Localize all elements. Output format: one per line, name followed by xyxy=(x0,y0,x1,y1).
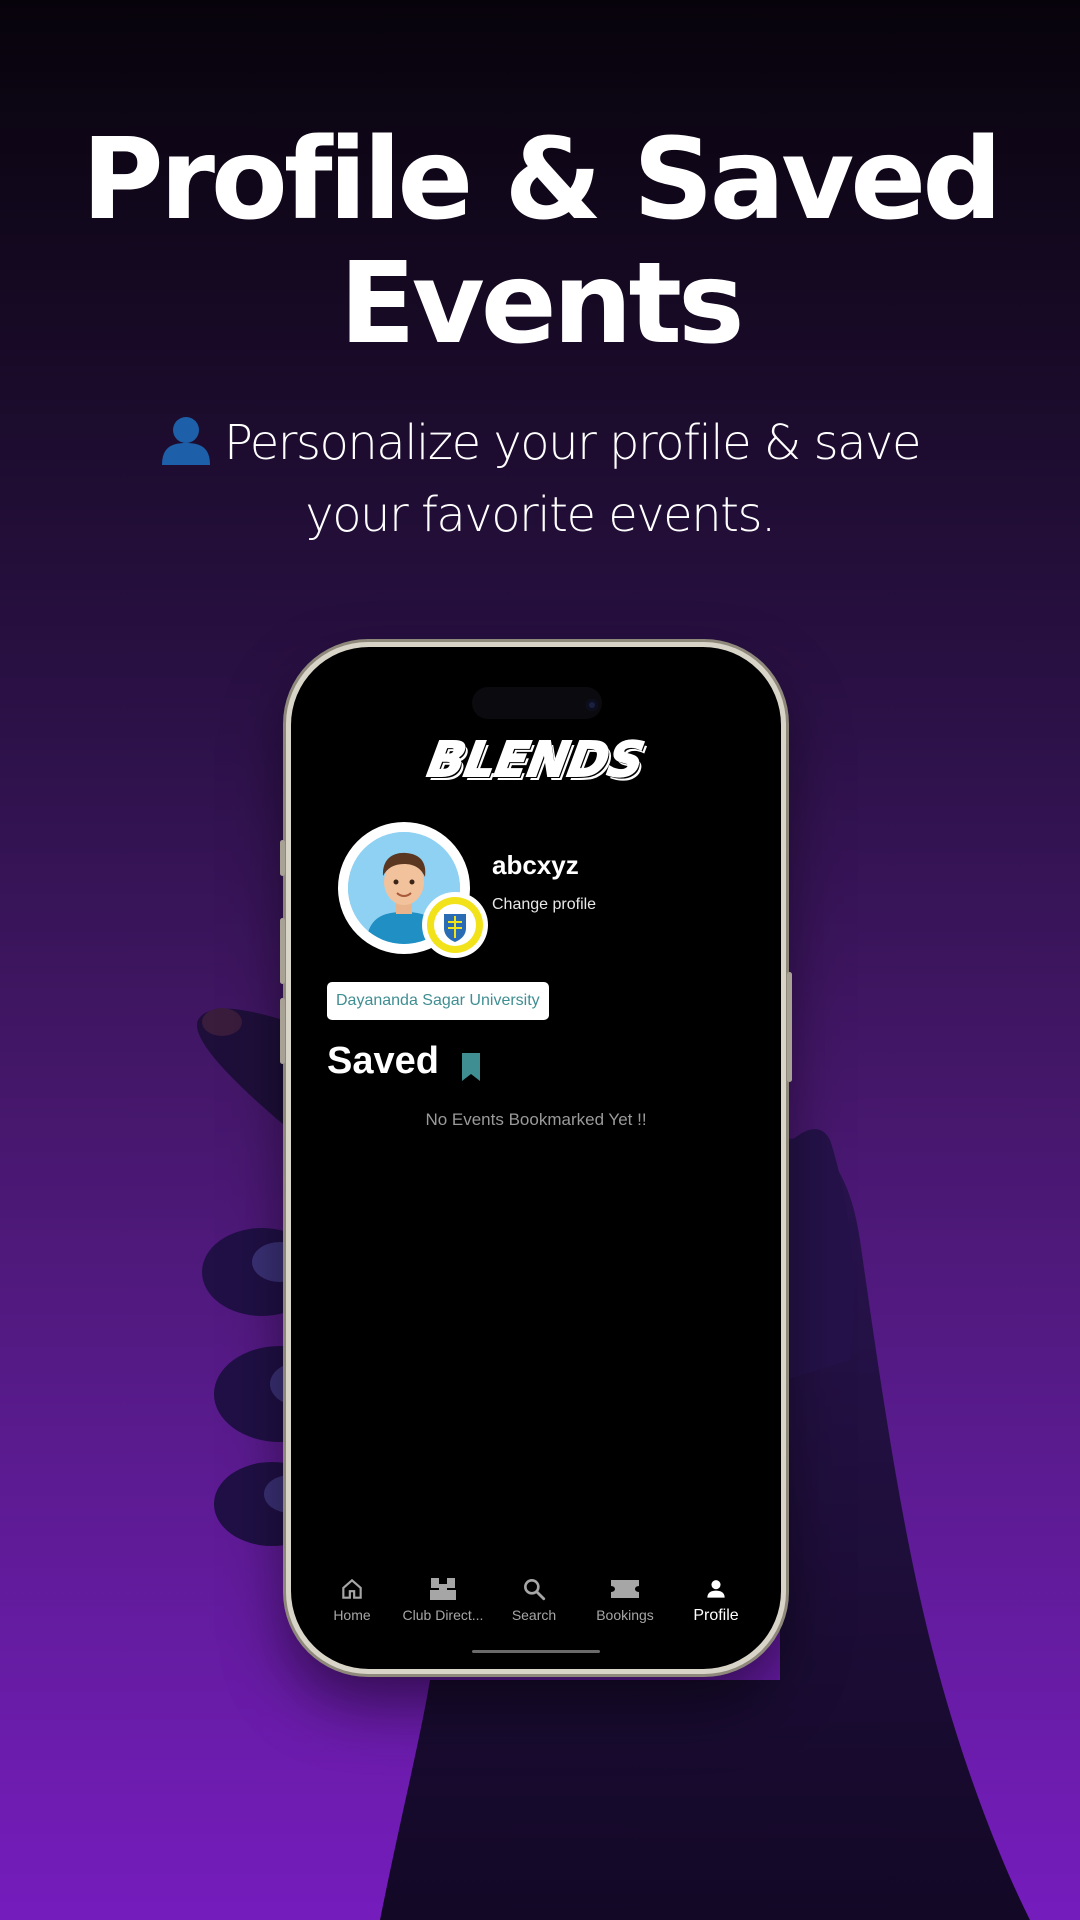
ticket-icon xyxy=(611,1580,639,1598)
nav-item-bookings[interactable]: Bookings xyxy=(577,1576,673,1623)
profile-icon xyxy=(707,1580,725,1598)
username: abcxyz xyxy=(492,850,579,880)
university-badge-icon xyxy=(422,892,488,958)
club-directory-icon xyxy=(430,1578,456,1600)
nav-label-search: Search xyxy=(511,1607,557,1623)
bookmark-icon xyxy=(460,1053,482,1086)
nav-label-bookings: Bookings xyxy=(596,1607,654,1623)
home-icon xyxy=(342,1578,362,1599)
search-icon xyxy=(524,1579,546,1601)
action-button xyxy=(280,840,285,876)
app-screen: BLENDS abcxyz Change profile Dayananda S… xyxy=(298,654,774,1662)
bottom-navigation: Home Club Direct... Search Bookings Prof… xyxy=(298,1576,774,1646)
volume-down-button xyxy=(280,998,285,1064)
volume-up-button xyxy=(280,918,285,984)
phone-mockup: BLENDS abcxyz Change profile Dayananda S… xyxy=(280,642,792,1674)
nav-label-home: Home xyxy=(333,1607,371,1623)
nav-item-home[interactable]: Home xyxy=(304,1576,400,1623)
nav-item-profile[interactable]: Profile xyxy=(668,1576,764,1625)
nav-item-club-directory[interactable]: Club Direct... xyxy=(395,1576,491,1623)
nav-label-profile: Profile xyxy=(693,1607,739,1624)
home-indicator[interactable] xyxy=(472,1650,600,1653)
power-button xyxy=(787,972,792,1082)
saved-heading: Saved xyxy=(327,1040,439,1082)
university-tag: Dayananda Sagar University xyxy=(327,982,549,1020)
dynamic-island xyxy=(472,687,602,719)
nav-label-club-directory: Club Direct... xyxy=(402,1607,484,1623)
empty-saved-message: No Events Bookmarked Yet !! xyxy=(425,1110,647,1129)
nav-item-search[interactable]: Search xyxy=(486,1576,582,1623)
change-profile-link[interactable]: Change profile xyxy=(492,896,596,914)
app-logo: BLENDS xyxy=(423,731,649,789)
camera-icon xyxy=(586,699,598,711)
